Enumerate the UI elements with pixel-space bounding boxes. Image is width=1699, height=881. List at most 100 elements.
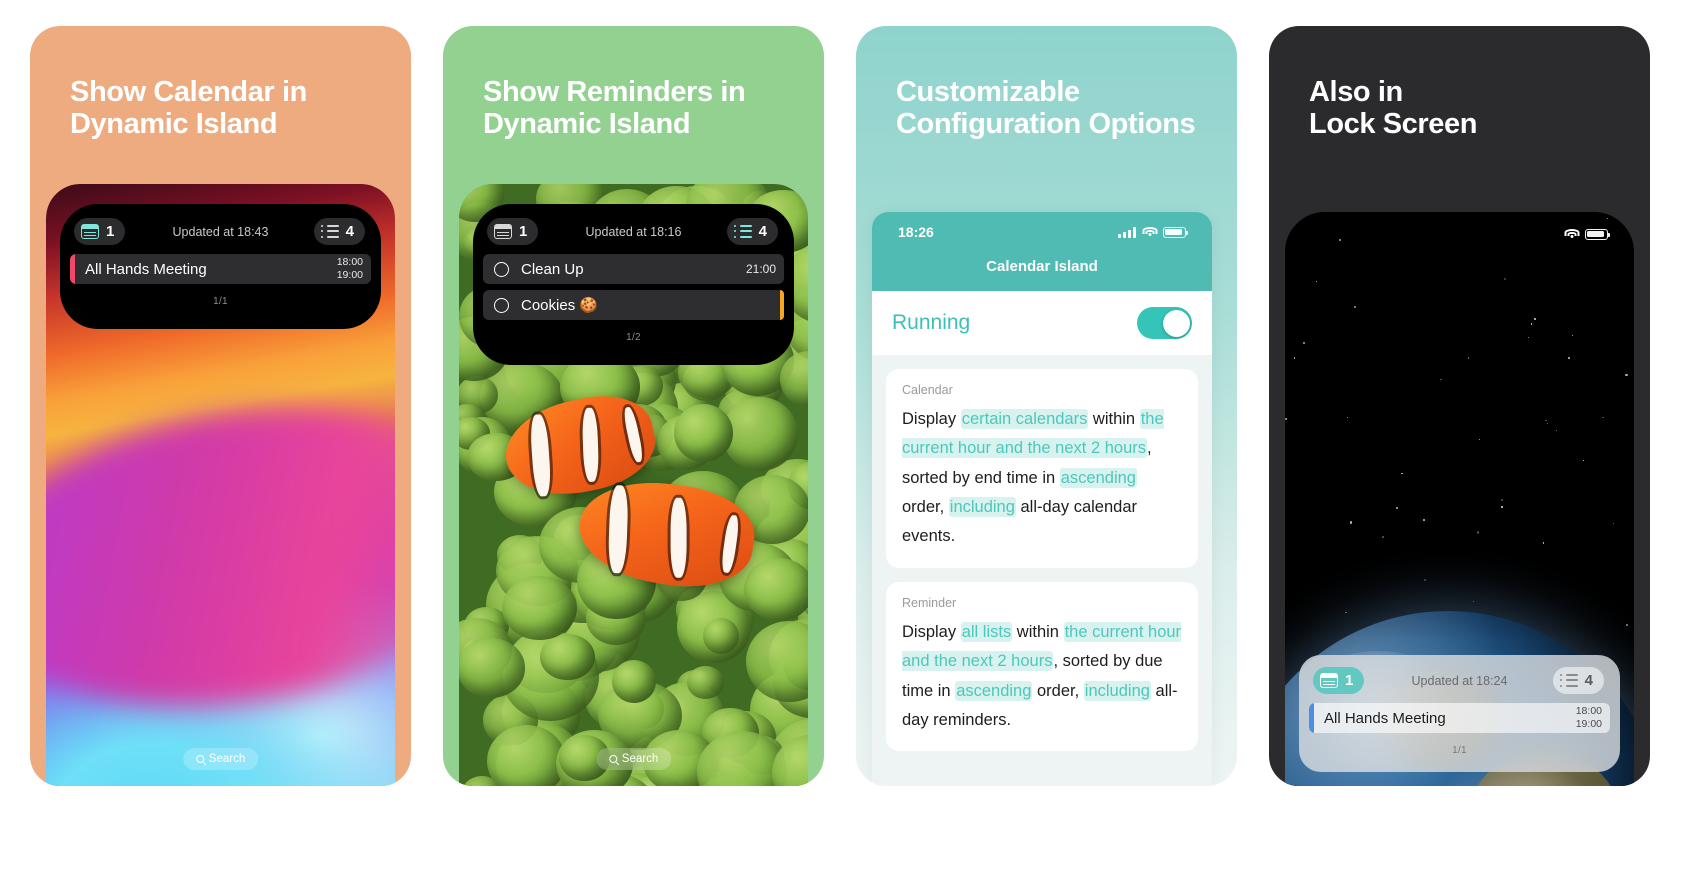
star — [1478, 438, 1481, 441]
config-token: order, — [1032, 681, 1084, 700]
star — [1568, 357, 1570, 360]
config-token-highlighted[interactable]: certain calendars — [960, 409, 1089, 429]
calendar-count: 1 — [519, 223, 528, 240]
star — [1607, 218, 1608, 219]
anemone-bubble — [721, 396, 798, 472]
search-button[interactable]: Search — [595, 748, 672, 770]
star — [1293, 357, 1296, 359]
star — [1626, 624, 1629, 627]
event-start: 18:00 — [336, 255, 363, 268]
reminder-count-pill[interactable]: 4 — [726, 218, 778, 245]
dynamic-island-expanded[interactable]: 1 Updated at 18:43 4 All Hands Meeting 1… — [60, 204, 381, 329]
star — [1612, 522, 1615, 525]
calendar-count-pill[interactable]: 1 — [487, 218, 539, 245]
app-header: 18:26 Calendar Island — [872, 212, 1212, 291]
calendar-count-pill[interactable]: 1 — [1313, 667, 1365, 694]
star — [1527, 336, 1529, 338]
calendar-count: 1 — [106, 223, 115, 240]
page-indicator: 1/2 — [626, 332, 641, 343]
star — [1545, 420, 1547, 422]
calendar-count: 1 — [1345, 672, 1354, 689]
calendar-icon — [494, 224, 512, 239]
table-row[interactable]: Clean Up 21:00 — [483, 254, 784, 284]
anemone-bubble — [744, 558, 808, 622]
checkbox-circle-icon[interactable] — [494, 297, 509, 313]
running-switch[interactable] — [1137, 307, 1192, 339]
card-label: Calendar — [902, 383, 953, 397]
event-title: All Hands Meeting — [85, 260, 207, 278]
reminder-count: 4 — [758, 223, 767, 240]
config-token-highlighted[interactable]: all lists — [960, 621, 1013, 642]
star — [1316, 280, 1318, 282]
reminder-time: 21:00 — [745, 262, 776, 276]
list-icon — [320, 224, 339, 239]
star — [1345, 611, 1347, 614]
search-label: Search — [208, 753, 246, 765]
phone-screen: 1 Updated at 18:43 4 All Hands Meeting 1… — [46, 184, 395, 786]
reminder-color-bar — [780, 290, 784, 320]
star — [1547, 422, 1549, 425]
search-button[interactable]: Search — [182, 748, 259, 770]
star — [1572, 334, 1574, 336]
calendar-count-pill[interactable]: 1 — [74, 218, 126, 245]
config-token: within — [1012, 622, 1064, 641]
island-reminder-list: Clean Up 21:00 Cookies 🍪 — [483, 254, 784, 320]
anemone-bubble — [540, 633, 596, 681]
nav-title: Calendar Island — [986, 258, 1098, 275]
star — [1424, 579, 1426, 581]
star — [1468, 357, 1470, 359]
wifi-icon — [1564, 228, 1579, 240]
search-icon — [608, 755, 617, 763]
event-times: 18:00 19:00 — [1576, 705, 1602, 731]
battery-icon — [1163, 226, 1189, 238]
island-header: 1 Updated at 18:16 4 — [483, 218, 784, 245]
status-time: 18:26 — [898, 224, 934, 240]
anemone-bubble — [612, 660, 656, 703]
checkbox-circle-icon[interactable] — [494, 261, 509, 277]
table-row[interactable]: Cookies 🍪 — [483, 290, 784, 320]
phone-screen: 1 Updated at 18:16 4 Clean Up 21:00 Cook… — [459, 184, 808, 786]
reminder-count: 4 — [1584, 672, 1593, 689]
panel-show-calendar: Show Calendar in Dynamic Island 1 Update… — [30, 26, 411, 786]
star — [1353, 306, 1356, 308]
reminder-count-pill[interactable]: 4 — [313, 218, 365, 245]
event-color-bar — [1309, 703, 1314, 733]
panel-configuration-options: Customizable Configuration Options 18:26… — [856, 26, 1237, 786]
table-row[interactable]: All Hands Meeting 18:00 19:00 — [1309, 703, 1610, 733]
config-token: order, — [902, 498, 949, 517]
status-indicators — [1118, 226, 1189, 238]
reminder-count-pill[interactable]: 4 — [1552, 667, 1604, 694]
config-token-highlighted[interactable]: ascending — [1059, 467, 1137, 488]
event-color-bar — [70, 254, 75, 284]
reminder-config-card[interactable]: Reminder Display all lists within the cu… — [886, 581, 1198, 752]
event-times: 18:00 19:00 — [337, 256, 363, 282]
reminder-count: 4 — [345, 223, 354, 240]
phone-mockup: 1 Updated at 18:16 4 Clean Up 21:00 Cook… — [459, 184, 808, 786]
star — [1534, 318, 1536, 320]
notch — [1404, 221, 1515, 251]
panel-title: Also in Lock Screen — [1309, 76, 1478, 141]
lock-screen-live-activity[interactable]: 1 Updated at 18:24 4 All Hands Meeting 1… — [1299, 655, 1620, 772]
star — [1302, 341, 1305, 344]
star — [1477, 531, 1480, 534]
panel-title: Show Reminders in Dynamic Island — [483, 76, 746, 141]
calendar-icon — [81, 224, 99, 239]
panel-lock-screen: Also in Lock Screen 00:00 — [1269, 26, 1650, 786]
table-row[interactable]: All Hands Meeting 18:00 19:00 — [70, 254, 371, 284]
config-token-highlighted[interactable]: including — [1083, 680, 1151, 701]
calendar-config-card[interactable]: Calendar Display certain calendars withi… — [886, 369, 1198, 568]
page-indicator: 1/1 — [213, 296, 228, 307]
config-token: Display — [902, 410, 961, 428]
anemone-bubble — [674, 404, 734, 463]
search-icon — [195, 755, 204, 763]
running-toggle-row[interactable]: Running — [872, 291, 1212, 355]
phone-mockup: 1 Updated at 18:43 4 All Hands Meeting 1… — [46, 184, 395, 786]
card-label: Reminder — [902, 595, 957, 610]
star — [1504, 277, 1507, 280]
star — [1625, 373, 1628, 376]
config-token-highlighted[interactable]: ascending — [955, 680, 1033, 701]
config-token-highlighted[interactable]: including — [948, 497, 1016, 518]
star — [1401, 472, 1403, 474]
dynamic-island-expanded[interactable]: 1 Updated at 18:16 4 Clean Up 21:00 Cook… — [473, 204, 794, 365]
event-start: 18:00 — [1575, 704, 1602, 717]
